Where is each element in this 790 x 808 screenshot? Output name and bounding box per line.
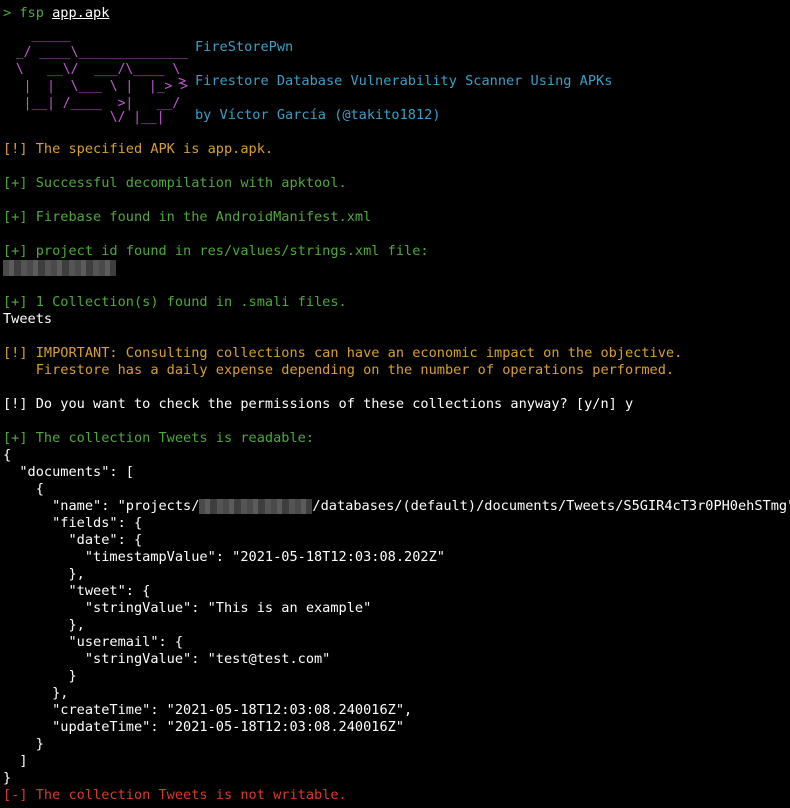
message-project-id: [+] project id found in res/values/strin… — [3, 243, 429, 259]
json-line-15: }, — [3, 685, 69, 701]
message-question: [!] Do you want to check the permissions… — [3, 396, 634, 412]
json-line-14: } — [3, 668, 77, 684]
json-line-9: "tweet": { — [3, 583, 151, 599]
json-line-5: "fields": { — [3, 515, 143, 531]
collection-name: Tweets — [3, 311, 53, 327]
message-not-writable: [-] The collection Tweets is not writabl… — [3, 787, 347, 803]
json-line-3: { — [3, 481, 44, 497]
json-line-17: "updateTime": "2021-05-18T12:03:08.24001… — [3, 719, 405, 735]
banner-art-line-6: \/ |__| — [8, 110, 165, 125]
json-line-20: } — [3, 770, 12, 786]
terminal-window[interactable]: > fsp app.apk _____ _/ ____\____________… — [0, 0, 790, 808]
message-decompile: [+] Successful decompilation with apktoo… — [3, 175, 347, 191]
banner-art-line-1: _____ — [8, 28, 71, 43]
command-line: > fsp app.apk — [3, 5, 109, 22]
message-readable: [+] The collection Tweets is readable: — [3, 430, 314, 446]
message-important-2: Firestore has a daily expense depending … — [3, 362, 675, 378]
json-line-8: }, — [3, 566, 85, 582]
json-line-11: }, — [3, 617, 85, 633]
redacted-project-name — [199, 498, 313, 514]
json-line-7: "timestampValue": "2021-05-18T12:03:08.2… — [3, 549, 445, 565]
json-line-2: "documents": [ — [3, 464, 134, 480]
banner-art-line-2: _/ ____\______________ — [8, 45, 189, 60]
json-name-prefix: "name": "projects/ — [3, 498, 200, 514]
message-apk: [!] The specified APK is app.apk. — [3, 141, 274, 157]
message-collections-found: [+] 1 Collection(s) found in .smali file… — [3, 294, 347, 310]
banner-author: by Víctor García (@takito1812) — [195, 107, 441, 123]
banner-title: FireStorePwn — [195, 39, 294, 55]
json-line-16: "createTime": "2021-05-18T12:03:08.24001… — [3, 702, 413, 718]
json-line-4: "name": "projects/ /databases/(default)/d… — [3, 498, 790, 515]
banner-arrow-icon: > — [178, 73, 187, 89]
command-program: fsp — [19, 5, 44, 21]
redacted-project-id — [3, 260, 116, 276]
json-name-suffix: /databases/(default)/documents/Tweets/S5… — [312, 498, 790, 514]
json-line-12: "useremail": { — [3, 634, 184, 650]
banner-art-line-4: | | \___ \ | |_> > — [8, 79, 189, 94]
message-important-1: [!] IMPORTANT: Consulting collections ca… — [3, 345, 683, 361]
json-line-10: "stringValue": "This is an example" — [3, 600, 372, 616]
command-argument: app.apk — [52, 5, 110, 21]
json-line-6: "date": { — [3, 532, 143, 548]
json-line-19: ] — [3, 753, 28, 769]
message-firebase: [+] Firebase found in the AndroidManifes… — [3, 209, 372, 225]
json-line-18: } — [3, 736, 44, 752]
json-line-1: { — [3, 447, 12, 463]
json-line-13: "stringValue": "test@test.com" — [3, 651, 331, 667]
banner-art-line-3: \ __\/ ___/\____ \ — [8, 62, 181, 77]
banner-subtitle: Firestore Database Vulnerability Scanner… — [195, 73, 613, 89]
prompt-arrow: > — [3, 5, 12, 21]
